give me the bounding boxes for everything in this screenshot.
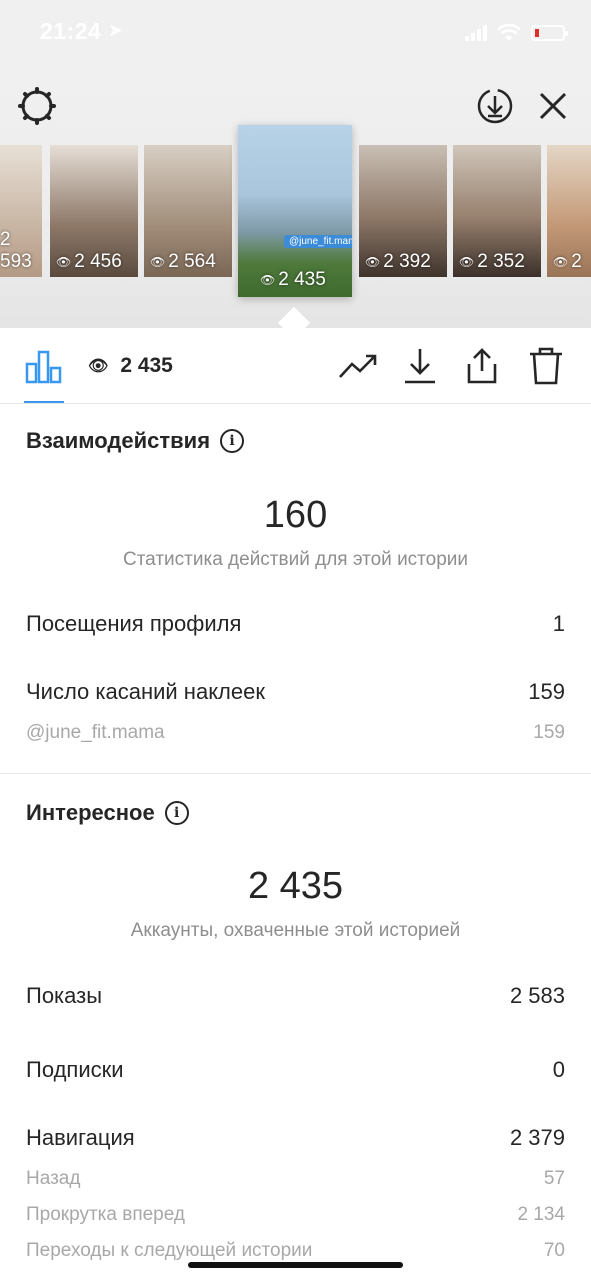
stat-sub-row: Назад 57: [26, 1168, 565, 1190]
story-thumbnail[interactable]: 2 593: [0, 145, 42, 277]
views-value: 2 435: [120, 354, 173, 377]
story-thumbnail[interactable]: 👁 2 456: [50, 145, 138, 277]
info-icon[interactable]: i: [220, 429, 245, 453]
discovery-total: 2 435: [247, 865, 344, 907]
thumbnail-views: 👁 2: [553, 251, 582, 272]
eye-icon: 👁: [553, 255, 569, 269]
stat-row: Показы 2 583: [26, 983, 565, 1009]
stat-row: Число касаний наклеек 159: [26, 679, 565, 705]
story-thumbnail[interactable]: 👁 2 564: [144, 145, 232, 277]
gear-icon: [18, 87, 56, 125]
trending-up-icon: [339, 354, 377, 378]
stat-label: Показы: [26, 983, 103, 1008]
thumbnail-views: 👁 2 456: [56, 251, 122, 272]
story-thumbnail[interactable]: 👁 2 392: [359, 145, 447, 277]
home-indicator[interactable]: [188, 1262, 403, 1268]
stat-label: Число касаний наклеек: [26, 679, 265, 704]
stat-value: 70: [543, 1240, 565, 1261]
eye-icon: 👁: [88, 358, 109, 375]
share-icon: [467, 348, 497, 384]
thumbnail-views: 👁 2 564: [150, 251, 216, 272]
insights-toolbar: 👁 2 435: [0, 328, 591, 404]
tab-indicator: [24, 401, 64, 403]
stat-value: 1: [552, 611, 565, 636]
section-divider: [0, 773, 591, 774]
interactions-caption: Статистика действий для этой истории: [122, 549, 469, 570]
info-icon[interactable]: i: [164, 801, 189, 825]
location-arrow-icon: ➤: [108, 20, 124, 40]
eye-icon: 👁: [365, 255, 381, 269]
save-button[interactable]: [400, 346, 440, 386]
promote-button[interactable]: [338, 346, 378, 386]
stat-value: 159: [533, 722, 565, 743]
download-icon: [405, 349, 435, 384]
story-thumbnail[interactable]: 👁 2 352: [453, 145, 541, 277]
stat-value: 2 379: [509, 1125, 565, 1150]
close-icon: [539, 92, 567, 120]
section-title-text: Взаимодействия: [26, 428, 211, 453]
stat-value: 2 583: [509, 983, 565, 1008]
status-icons: [465, 24, 568, 42]
stat-sub-row: @june_fit.mama 159: [26, 722, 565, 744]
download-circle-icon: [477, 88, 513, 124]
story-thumbnails: 2 593 👁2 456 👁2 564 @june_fit.mama 👁2 43…: [0, 125, 591, 297]
status-bar: 21:24 ➤: [0, 0, 591, 66]
battery-icon: [531, 25, 568, 41]
stat-label: Прокрутка вперед: [26, 1204, 185, 1225]
thumbnail-views: 👁 2 435: [260, 269, 326, 290]
stat-label: Посещения профиля: [26, 611, 242, 636]
story-thumbnail-selected[interactable]: @june_fit.mama 👁2 435: [238, 125, 352, 297]
eye-icon: 👁: [150, 255, 166, 269]
interactions-title: Взаимодействия i: [26, 428, 245, 454]
stat-value: 159: [528, 679, 565, 704]
stat-sub-row: Прокрутка вперед 2 134: [26, 1204, 565, 1226]
thumbnail-views: 👁 2 352: [459, 251, 525, 272]
download-circle-button[interactable]: [473, 84, 517, 128]
thumbnail-views: 2 593: [0, 229, 32, 272]
story-thumbnail[interactable]: 👁 2: [547, 145, 591, 277]
stat-label: Навигация: [26, 1125, 135, 1150]
stat-label: Назад: [26, 1168, 81, 1189]
mention-sticker: @june_fit.mama: [284, 235, 352, 248]
stat-row: Посещения профиля 1: [26, 611, 565, 637]
eye-icon: 👁: [459, 255, 475, 269]
status-time: 21:24: [40, 18, 102, 44]
settings-button[interactable]: [15, 84, 59, 128]
insights-tab[interactable]: [24, 346, 64, 391]
stat-value: 57: [543, 1168, 565, 1189]
delete-button[interactable]: [526, 346, 566, 386]
bar-chart-icon: [25, 350, 62, 384]
stat-label: Подписки: [26, 1057, 124, 1082]
signal-icon: [465, 25, 487, 41]
eye-icon: 👁: [260, 273, 276, 287]
discovery-caption: Аккаунты, охваченные этой историей: [130, 920, 461, 941]
stat-value: 0: [552, 1057, 565, 1082]
views-count[interactable]: 👁 2 435: [88, 354, 173, 378]
stat-sub-row: Переходы к следующей истории 70: [26, 1240, 565, 1262]
stat-label: Переходы к следующей истории: [26, 1240, 313, 1261]
stat-row: Навигация 2 379: [26, 1125, 565, 1151]
interactions-total: 160: [263, 494, 328, 536]
stat-label: @june_fit.mama: [26, 722, 165, 743]
wifi-icon: [497, 24, 521, 41]
stat-row: Подписки 0: [26, 1057, 565, 1083]
stat-value: 2 134: [517, 1204, 565, 1225]
close-button[interactable]: [531, 84, 575, 128]
trash-icon: [530, 347, 562, 385]
section-title-text: Интересное: [26, 800, 155, 825]
eye-icon: 👁: [56, 255, 72, 269]
share-button[interactable]: [462, 346, 502, 386]
discovery-title: Интересное i: [26, 800, 189, 826]
thumbnail-views: 👁 2 392: [365, 251, 431, 272]
